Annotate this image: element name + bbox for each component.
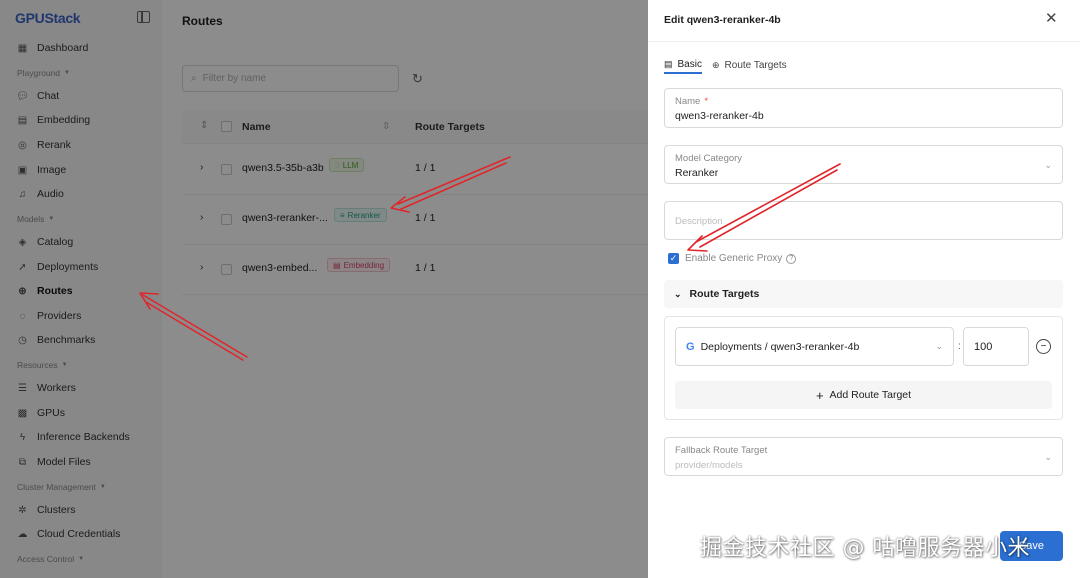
chevron-down-icon: ⌄ bbox=[1044, 452, 1052, 462]
check-icon[interactable]: ✓ bbox=[668, 253, 679, 264]
watermark: 掘金技术社区 @ 咕噜服务器小米 bbox=[700, 536, 1030, 561]
chevron-down-icon: ⌄ bbox=[674, 288, 682, 299]
help-icon[interactable]: ? bbox=[786, 253, 797, 264]
name-value[interactable]: qwen3-reranker-4b bbox=[675, 110, 764, 122]
drawer-tabs: ▤ Basic ⊕ Route Targets bbox=[664, 56, 1064, 76]
globe-icon: ⊕ bbox=[712, 59, 720, 70]
tab-route-targets[interactable]: ⊕ Route Targets bbox=[712, 56, 787, 74]
add-route-target-button[interactable]: + Add Route Target bbox=[675, 381, 1052, 409]
generic-proxy-checkbox[interactable]: ✓ Enable Generic Proxy ? bbox=[668, 253, 797, 264]
description-field[interactable]: Description bbox=[664, 201, 1063, 240]
tab-basic[interactable]: ▤ Basic bbox=[664, 56, 702, 74]
remove-target-button[interactable]: − bbox=[1036, 339, 1051, 354]
provider-logo-icon: G bbox=[686, 340, 695, 353]
model-category-value: Reranker bbox=[675, 167, 719, 179]
edit-route-drawer: Edit qwen3-reranker-4b ✕ ▤ Basic ⊕ Route T… bbox=[648, 0, 1080, 578]
model-category-select[interactable]: Model Category Reranker ⌄ bbox=[664, 145, 1063, 184]
route-targets-section-header[interactable]: ⌄ Route Targets bbox=[664, 280, 1063, 308]
close-icon[interactable]: ✕ bbox=[1045, 11, 1058, 26]
modal-overlay[interactable] bbox=[0, 0, 648, 578]
weight-input[interactable]: 100 bbox=[963, 327, 1029, 366]
route-targets-box: G Deployments / qwen3-reranker-4b ⌄ : 10… bbox=[664, 316, 1063, 420]
chevron-down-icon: ⌄ bbox=[1044, 160, 1052, 170]
fallback-route-target-select[interactable]: Fallback Route Target provider/models ⌄ bbox=[664, 437, 1063, 476]
chevron-down-icon: ⌄ bbox=[935, 341, 943, 351]
name-field[interactable]: Name * qwen3-reranker-4b bbox=[664, 88, 1063, 128]
form-icon: ▤ bbox=[664, 58, 673, 69]
drawer-title: Edit qwen3-reranker-4b bbox=[664, 14, 781, 26]
route-target-select[interactable]: G Deployments / qwen3-reranker-4b ⌄ bbox=[675, 327, 954, 366]
drawer-header: Edit qwen3-reranker-4b ✕ bbox=[648, 0, 1080, 42]
plus-icon: + bbox=[815, 387, 824, 403]
